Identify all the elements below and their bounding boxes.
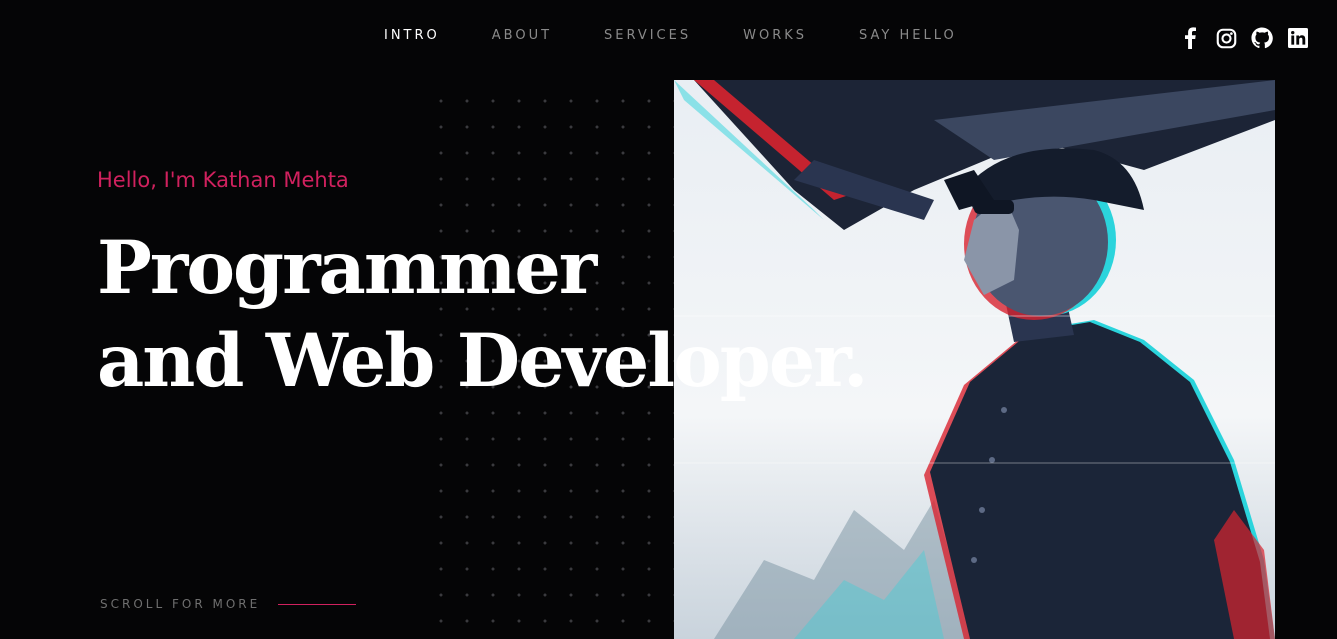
linkedin-icon[interactable] (1286, 26, 1310, 50)
scroll-line (278, 603, 357, 605)
instagram-icon[interactable] (1214, 26, 1238, 50)
nav-item-about[interactable]: ABOUT (492, 28, 552, 43)
headline-line-1: Programmer (97, 225, 597, 311)
facebook-icon[interactable] (1178, 26, 1202, 50)
scroll-for-more[interactable]: SCROLL FOR MORE (100, 597, 357, 611)
hero-headline: Programmer and Web Developer. (97, 222, 868, 408)
social-links (1178, 26, 1310, 50)
headline-line-2: and Web Developer. (97, 318, 868, 404)
greeting-text: Hello, I'm Kathan Mehta (97, 168, 349, 192)
github-icon[interactable] (1250, 26, 1274, 50)
nav-item-works[interactable]: WORKS (743, 28, 807, 43)
nav-item-say-hello[interactable]: SAY HELLO (859, 28, 957, 43)
scroll-label: SCROLL FOR MORE (100, 597, 261, 611)
nav-item-services[interactable]: SERVICES (604, 28, 691, 43)
main-nav: INTRO ABOUT SERVICES WORKS SAY HELLO (384, 28, 1009, 43)
nav-item-intro[interactable]: INTRO (384, 28, 440, 43)
